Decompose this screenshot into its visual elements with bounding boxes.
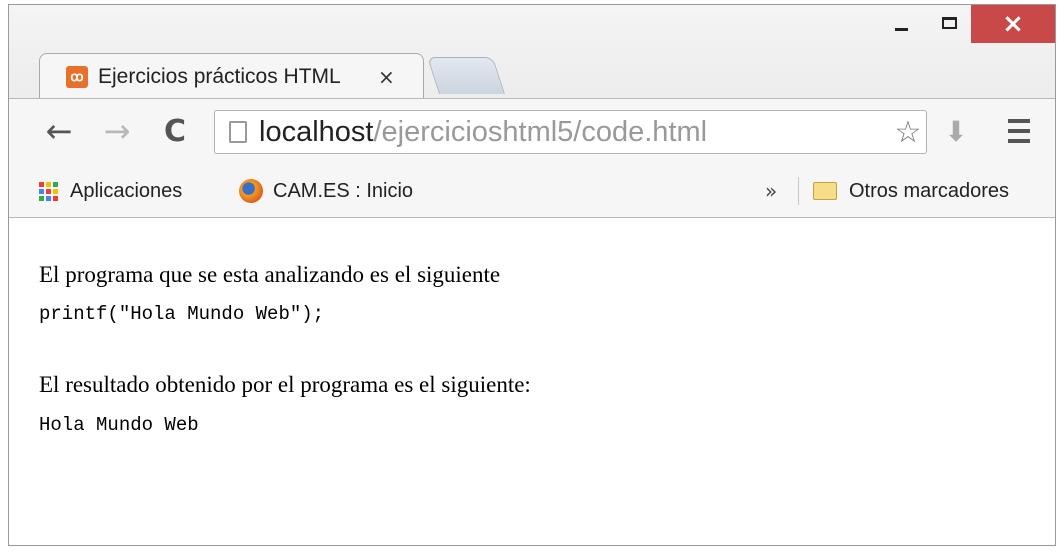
forward-arrow-icon: → xyxy=(103,112,131,150)
result-output: Hola Mundo Web xyxy=(39,414,199,436)
bookmarks-bar: Aplicaciones CAM.ES : Inicio » Otros mar… xyxy=(9,165,1055,218)
bookmark-apps-label: Aplicaciones xyxy=(70,179,183,202)
reload-button[interactable]: C xyxy=(155,109,195,153)
new-tab-button[interactable] xyxy=(426,57,506,94)
download-icon[interactable]: ⬇ xyxy=(929,109,983,153)
xampp-favicon-icon: ꝏ xyxy=(66,65,88,88)
close-window-button[interactable]: × xyxy=(971,5,1055,43)
toolbar: ← → C localhost/ejercicioshtml5/code.htm… xyxy=(9,98,1055,166)
menu-button[interactable] xyxy=(997,109,1041,153)
folder-icon xyxy=(813,182,837,200)
close-icon: × xyxy=(1002,9,1024,39)
cam-favicon-icon xyxy=(239,179,263,203)
maximize-button[interactable] xyxy=(929,5,969,41)
back-arrow-icon: ← xyxy=(45,112,73,150)
browser-chrome: × ꝏ Ejercicios prácticos HTML × ← → C lo… xyxy=(9,5,1055,218)
tab-active[interactable]: ꝏ Ejercicios prácticos HTML × xyxy=(39,53,424,99)
back-button[interactable]: ← xyxy=(39,109,79,153)
page-content: El programa que se esta analizando es el… xyxy=(9,218,1055,545)
reload-icon: C xyxy=(163,113,187,149)
address-bar[interactable]: localhost/ejercicioshtml5/code.html ☆ xyxy=(214,110,927,154)
maximize-icon xyxy=(941,17,957,29)
result-label: El resultado obtenido por el programa es… xyxy=(39,372,531,397)
bookmark-cam-label: CAM.ES : Inicio xyxy=(273,179,414,202)
apps-grid-icon xyxy=(39,181,58,201)
bookmark-cam[interactable]: CAM.ES : Inicio xyxy=(239,165,413,217)
tab-close-icon[interactable]: × xyxy=(378,65,395,89)
minimize-icon xyxy=(894,27,908,31)
browser-window: × ꝏ Ejercicios prácticos HTML × ← → C lo… xyxy=(8,4,1056,546)
hamburger-menu-icon xyxy=(1008,116,1030,146)
bookmark-other-label: Otros marcadores xyxy=(849,179,1010,202)
bookmark-other[interactable]: Otros marcadores xyxy=(813,165,1009,217)
bookmark-apps[interactable]: Aplicaciones xyxy=(39,165,182,217)
bookmarks-overflow-button[interactable]: » xyxy=(765,165,777,217)
minimize-button[interactable] xyxy=(881,5,921,41)
bookmarks-divider xyxy=(798,177,799,205)
bookmark-star-icon[interactable]: ☆ xyxy=(888,111,928,153)
page-icon xyxy=(229,121,247,143)
intro-text: El programa que se esta analizando es el… xyxy=(39,262,501,287)
url-text: localhost/ejercicioshtml5/code.html xyxy=(259,116,707,149)
forward-button[interactable]: → xyxy=(97,109,137,153)
code-snippet: printf("Hola Mundo Web"); xyxy=(39,303,325,325)
url-host: localhost xyxy=(259,115,374,148)
tab-title: Ejercicios prácticos HTML xyxy=(98,64,341,88)
url-path: /ejercicioshtml5/code.html xyxy=(373,115,708,148)
